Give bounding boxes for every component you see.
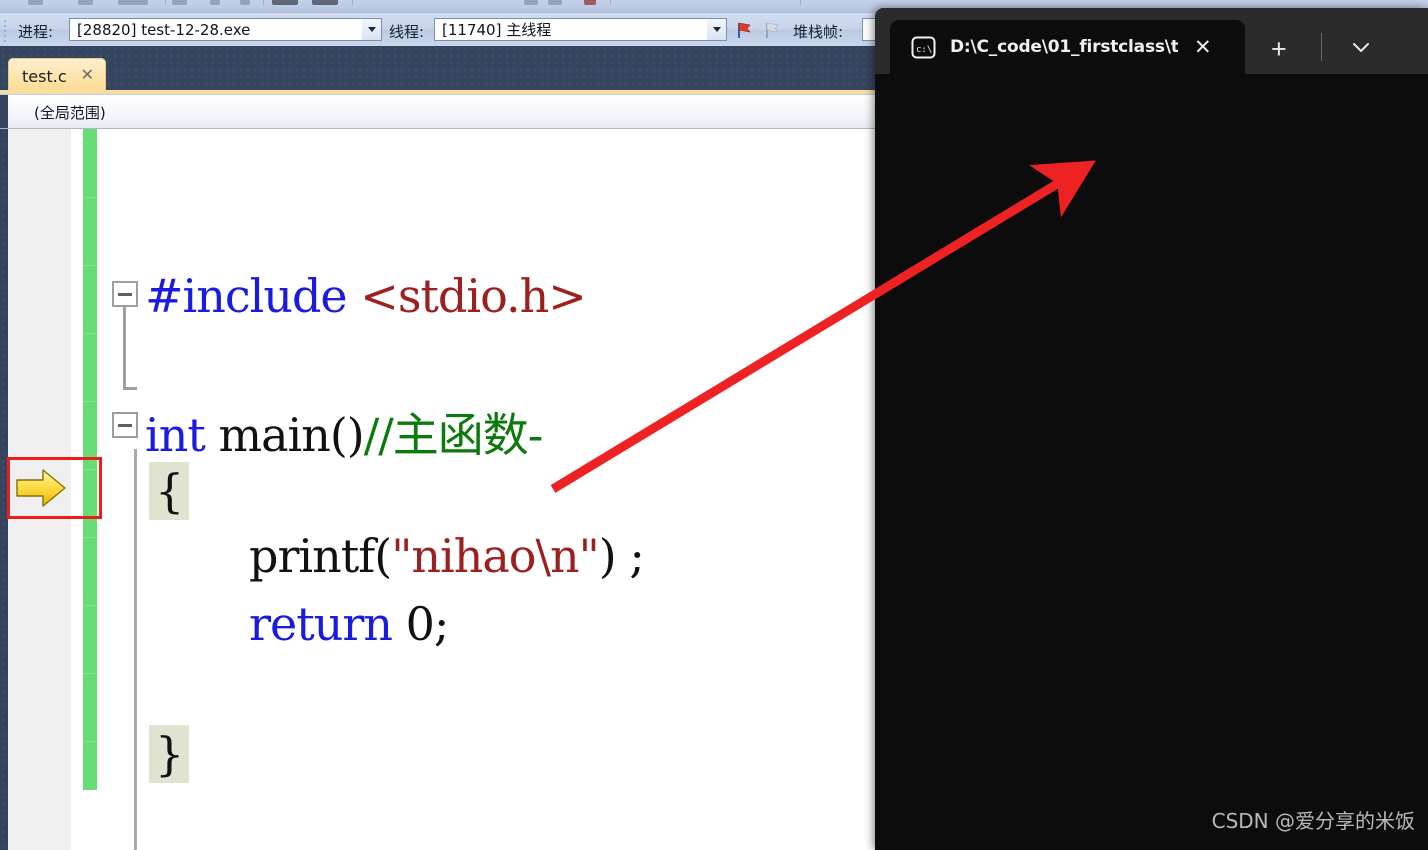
toolbar-icon-7[interactable]: [272, 0, 298, 5]
token-open-brace: {: [149, 462, 190, 520]
stackframe-label: 堆栈帧:: [793, 23, 844, 41]
process-label: 进程:: [18, 23, 54, 41]
token-printf-call: printf(: [249, 529, 392, 583]
indent-guide: [134, 449, 137, 850]
fold-region-end-1: [123, 387, 137, 390]
scope-dropdown-value[interactable]: (全局范围): [34, 102, 106, 123]
toolbar-separator-2: [263, 0, 264, 5]
fold-region-line-1: [123, 307, 126, 387]
tab-close-icon[interactable]: ✕: [81, 68, 94, 84]
chevron-down-icon[interactable]: [1350, 36, 1372, 58]
code-line-6: printf("nihao\n") ;: [249, 529, 645, 583]
fold-toggle-include[interactable]: [112, 281, 138, 307]
token-int-keyword: int: [145, 408, 206, 462]
toolbar-icon-11[interactable]: [584, 0, 596, 5]
terminal-tab[interactable]: c:\ D:\C_code\01_firstclass\test-1⁞ ✕: [890, 20, 1245, 74]
toolbar-icon-9[interactable]: [524, 0, 538, 5]
token-main-signature: main(): [204, 408, 364, 462]
windows-terminal-window[interactable]: c:\ D:\C_code\01_firstclass\test-1⁞ ✕ + …: [875, 8, 1428, 850]
thread-value: [11740] 主线程: [442, 21, 552, 39]
token-return-value: 0;: [391, 597, 450, 651]
toolbar-icon-2[interactable]: [78, 0, 93, 5]
code-line-7: return 0;: [249, 597, 450, 651]
code-line-10: }: [149, 725, 190, 783]
csdn-watermark: CSDN @爱分享的米饭: [1211, 809, 1415, 833]
screenshot-root: 进程: [28820] test-12-28.exe 线程: [11740] 主…: [0, 0, 1428, 850]
terminal-tab-title: D:\C_code\01_firstclass\test-1⁞: [950, 37, 1178, 57]
toolbar-separator-1: [165, 0, 166, 5]
terminal-titlebar[interactable]: c:\ D:\C_code\01_firstclass\test-1⁞ ✕ +: [875, 8, 1428, 74]
red-flag-icon[interactable]: [735, 21, 753, 39]
toolbar-icon-6[interactable]: [240, 0, 250, 5]
toolbar-separator-5: [800, 0, 801, 5]
fold-toggle-main[interactable]: [112, 412, 138, 438]
code-line-4: {: [149, 462, 190, 520]
process-value: [28820] test-12-28.exe: [77, 20, 251, 39]
toolbar-separator-3: [352, 0, 353, 5]
terminal-titlebar-divider: [1321, 33, 1322, 61]
toolbar-separator-4: [610, 0, 611, 5]
tab-title: test.c: [22, 66, 67, 86]
code-line-3: int main()//主函数-: [145, 399, 544, 465]
toolbar-grip[interactable]: [4, 20, 8, 42]
thread-dropdown-chevron-down-icon[interactable]: [707, 19, 726, 40]
svg-text:c:\: c:\: [916, 45, 932, 55]
toolbar-icon-10[interactable]: [548, 0, 562, 5]
token-string-literal: "nihao\n": [391, 529, 600, 583]
token-line-comment: //主函数-: [363, 408, 544, 462]
tab-test-c[interactable]: test.c ✕: [8, 58, 107, 94]
scope-bar-left-indent: [0, 95, 8, 128]
token-return-keyword: return: [249, 597, 393, 651]
token-close-brace: }: [149, 725, 190, 783]
gray-flag-icon[interactable]: [763, 21, 781, 39]
terminal-tab-close-icon[interactable]: ✕: [1194, 37, 1212, 58]
toolbar-icon-3[interactable]: [118, 0, 148, 5]
terminal-output-area[interactable]: [875, 74, 1428, 850]
toolbar-icon-1[interactable]: [28, 0, 43, 5]
command-prompt-icon: c:\: [911, 36, 936, 59]
process-dropdown[interactable]: [28820] test-12-28.exe: [69, 18, 382, 41]
annotation-highlight-box: [7, 457, 102, 519]
token-header-name: <stdio.h>: [360, 269, 586, 323]
toolbar-icon-5[interactable]: [210, 0, 220, 5]
terminal-new-tab-button[interactable]: +: [1271, 36, 1287, 63]
code-line-1: #include <stdio.h>: [145, 269, 587, 323]
thread-dropdown[interactable]: [11740] 主线程: [434, 18, 727, 41]
token-include-directive: #include: [145, 269, 361, 323]
thread-label: 线程:: [389, 23, 425, 41]
process-dropdown-chevron-down-icon[interactable]: [362, 19, 381, 40]
token-statement-end: ) ;: [598, 529, 645, 583]
toolbar-icon-4[interactable]: [172, 0, 187, 5]
toolbar-icon-8[interactable]: [312, 0, 338, 5]
